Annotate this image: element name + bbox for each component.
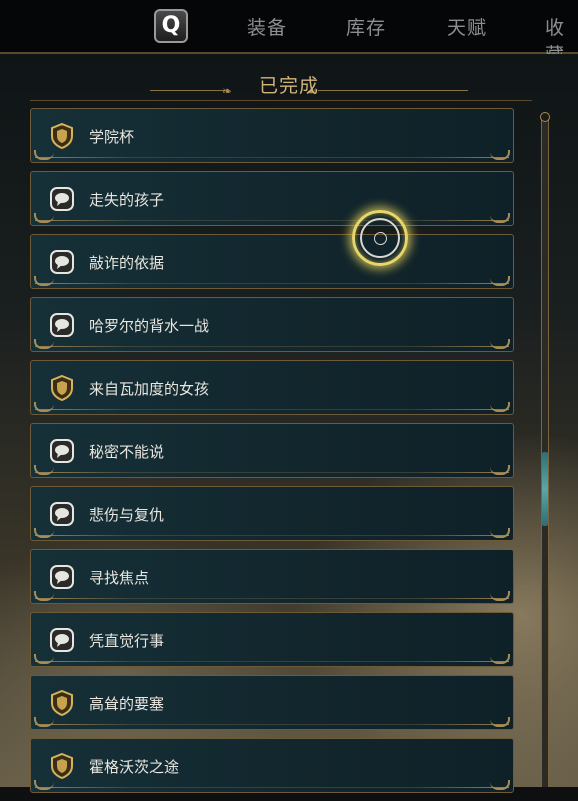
frame-corner (34, 465, 54, 475)
scrollbar-cap-icon (540, 112, 550, 122)
list-item[interactable]: 高耸的要塞 (30, 675, 514, 730)
quest-label: 寻找焦点 (89, 569, 150, 587)
list-item[interactable]: 来自瓦加度的女孩 (30, 360, 514, 415)
quest-label: 走失的孩子 (89, 191, 165, 209)
quest-label: 凭直觉行事 (89, 632, 165, 650)
frame-corner (490, 717, 510, 727)
section-title-completed: 已完成 (258, 75, 319, 97)
frame-corner (34, 276, 54, 286)
list-item[interactable]: 哈罗尔的背水一战 (30, 297, 514, 352)
speech-bubble-quest-icon (50, 439, 74, 463)
top-tab-bar: Q 装备 库存 天赋 收藏 (0, 0, 578, 66)
list-item[interactable]: 敲诈的依据 (30, 234, 514, 289)
frame-corner (490, 402, 510, 412)
frame-corner (490, 339, 510, 349)
frame-corner (34, 402, 54, 412)
frame-corner (34, 339, 54, 349)
list-item[interactable]: 霍格沃茨之途 (30, 738, 514, 793)
frame-corner (34, 591, 54, 601)
quest-label: 霍格沃茨之途 (89, 758, 180, 776)
scrollbar-thumb[interactable] (542, 452, 548, 526)
speech-bubble-quest-icon (50, 628, 74, 652)
quest-label: 来自瓦加度的女孩 (89, 380, 210, 398)
list-item[interactable]: 学院杯 (30, 108, 514, 163)
shield-quest-icon (51, 752, 73, 780)
frame-corner (490, 528, 510, 538)
quest-label: 秘密不能说 (89, 443, 165, 461)
frame-corner (34, 150, 54, 160)
frame-corner (34, 528, 54, 538)
quest-label: 敲诈的依据 (89, 254, 165, 272)
tab-equipment[interactable]: 装备 (247, 13, 287, 40)
frame-corner (490, 654, 510, 664)
frame-corner (34, 213, 54, 223)
frame-corner (490, 465, 510, 475)
speech-bubble-quest-icon (50, 187, 74, 211)
frame-corner (490, 780, 510, 790)
tab-inventory[interactable]: 库存 (346, 13, 386, 40)
section-underline (30, 100, 532, 101)
quest-label: 高耸的要塞 (89, 695, 165, 713)
shield-quest-icon (51, 374, 73, 402)
frame-corner (490, 591, 510, 601)
list-item[interactable]: 寻找焦点 (30, 549, 514, 604)
shield-quest-icon (51, 122, 73, 150)
speech-bubble-quest-icon (50, 565, 74, 589)
quest-label: 学院杯 (89, 128, 135, 146)
speech-bubble-quest-icon (50, 313, 74, 337)
list-item[interactable]: 秘密不能说 (30, 423, 514, 478)
speech-bubble-quest-icon (50, 502, 74, 526)
cursor-ring-icon (352, 210, 408, 266)
quest-label: 哈罗尔的背水一战 (89, 317, 210, 335)
list-item[interactable]: 走失的孩子 (30, 171, 514, 226)
shield-quest-icon (51, 689, 73, 717)
frame-corner (34, 780, 54, 790)
frame-corner (34, 654, 54, 664)
speech-bubble-quest-icon (50, 250, 74, 274)
frame-corner (34, 717, 54, 727)
frame-corner (490, 213, 510, 223)
q-key-hint-icon[interactable]: Q (154, 9, 188, 43)
list-item[interactable]: 凭直觉行事 (30, 612, 514, 667)
tab-talents[interactable]: 天赋 (447, 13, 487, 40)
quest-list: 学院杯 走失的孩子 敲诈的依据 哈罗尔的背水一战 来自瓦加度的女孩 秘密不能说 … (30, 108, 514, 801)
frame-corner (490, 276, 510, 286)
list-item[interactable]: 悲伤与复仇 (30, 486, 514, 541)
quest-label: 悲伤与复仇 (89, 506, 165, 524)
frame-corner (490, 150, 510, 160)
